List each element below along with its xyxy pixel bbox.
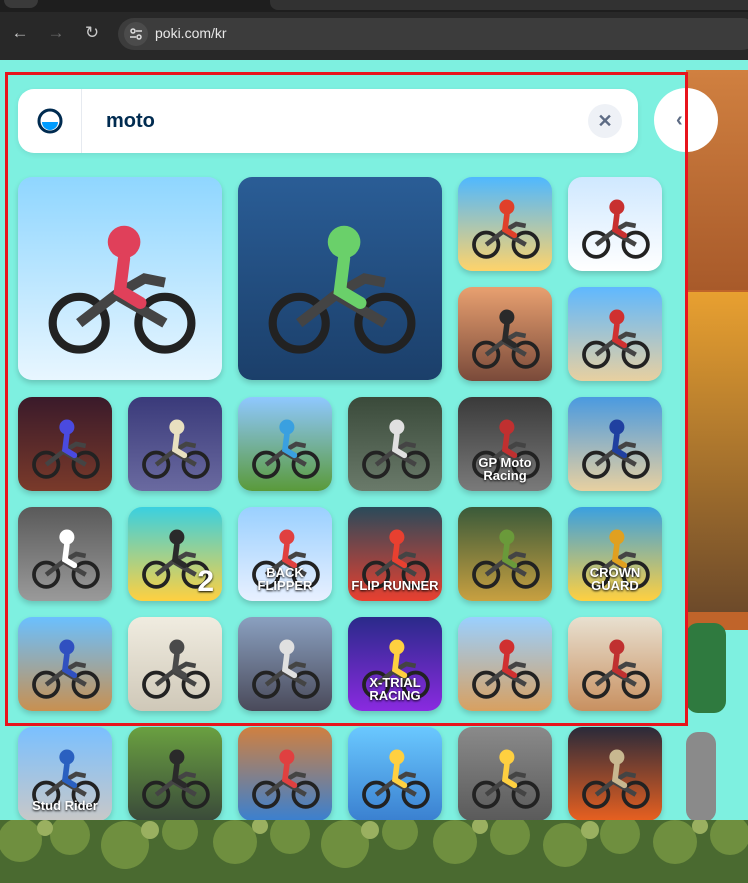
game-tile-moto-x3m-pool[interactable] (18, 177, 222, 380)
url-text[interactable]: poki.com/kr (155, 25, 227, 41)
background-game-thumb[interactable] (686, 623, 726, 713)
game-tile-moto-halloween[interactable] (128, 397, 222, 491)
game-tile-motocross-race[interactable] (568, 617, 662, 711)
game-tile-night-bike[interactable] (18, 397, 112, 491)
game-thumbnail-art (238, 397, 332, 491)
game-tile-crown-guard[interactable]: CROWN GUARD (568, 507, 662, 601)
game-thumbnail-art (458, 287, 552, 381)
game-thumbnail-art (348, 397, 442, 491)
game-thumbnail-art (348, 727, 442, 821)
game-tile-twoplayer-moto[interactable] (348, 397, 442, 491)
chevron-left-icon[interactable]: ‹ (654, 88, 718, 152)
game-tile-city-moto[interactable] (18, 507, 112, 601)
search-input[interactable] (106, 106, 566, 136)
tune-icon[interactable] (124, 22, 148, 46)
game-thumbnail-art (238, 177, 442, 380)
game-thumbnail-art (458, 727, 552, 821)
game-thumbnail-art (18, 507, 112, 601)
game-tile-sky-moto[interactable] (348, 727, 442, 821)
game-title-label: BACK FLIPPER (257, 564, 313, 594)
game-tile-army-moto[interactable] (128, 727, 222, 821)
game-thumbnail-art (128, 397, 222, 491)
game-thumbnail-art (18, 177, 222, 380)
game-thumbnail-art (18, 617, 112, 711)
game-thumbnail-art (128, 727, 222, 821)
game-tile-moto-x3m-winter[interactable] (568, 177, 662, 271)
tab-strip-area (270, 0, 748, 10)
game-thumbnail-art (238, 617, 332, 711)
game-tile-desert-moto[interactable] (458, 617, 552, 711)
game-tile-stunt-moto[interactable] (568, 397, 662, 491)
back-arrow-icon[interactable]: ← (9, 22, 31, 44)
game-thumbnail-art (568, 617, 662, 711)
game-title-label: GP Moto Racing (478, 454, 532, 484)
game-tile-moto-x3m[interactable] (238, 177, 442, 380)
game-tile-moto-jump[interactable] (18, 617, 112, 711)
browser-toolbar: ← → ↻ poki.com/kr (0, 0, 748, 60)
game-tile-gp-moto-racing[interactable]: GP Moto Racing (458, 397, 552, 491)
game-tile-zombie-moto[interactable] (458, 507, 552, 601)
game-tile-moto-x3m-classic[interactable] (458, 177, 552, 271)
game-tile-truck-stunt[interactable] (568, 727, 662, 821)
game-title-label: 2 (197, 564, 214, 598)
forward-arrow-icon[interactable]: → (45, 22, 67, 44)
reload-icon[interactable]: ↻ (81, 22, 103, 44)
game-tile-x-trial-racing[interactable]: X-TRIAL RACING (348, 617, 442, 711)
game-thumbnail-art (458, 507, 552, 601)
background-foliage (0, 820, 748, 883)
game-title-label: X-TRIAL RACING (369, 674, 421, 704)
game-thumbnail-art (458, 177, 552, 271)
game-tile-highway-moto[interactable] (458, 727, 552, 821)
address-bar[interactable]: poki.com/kr (118, 18, 748, 50)
game-thumbnail-art (568, 727, 662, 821)
game-tile-moto-race[interactable] (458, 287, 552, 381)
search-bar: ✕ (18, 89, 638, 153)
game-tile-blocky-moto[interactable] (238, 727, 332, 821)
game-tile-moto-x3m-pool-party[interactable] (568, 287, 662, 381)
game-tile-moto-x3m-2[interactable]: 2 (128, 507, 222, 601)
game-thumbnail-art (568, 287, 662, 381)
game-thumbnail-art (568, 397, 662, 491)
background-game-art (686, 70, 748, 630)
game-tile-flip-runner[interactable]: FLIP RUNNER (348, 507, 442, 601)
game-thumbnail-art (238, 727, 332, 821)
tab-strip (0, 0, 748, 12)
game-tile-backflipper[interactable]: BACK FLIPPER (238, 507, 332, 601)
game-tile-superbike-racing[interactable] (238, 617, 332, 711)
game-tile-happy-wheels[interactable] (128, 617, 222, 711)
game-thumbnail-art (128, 617, 222, 711)
game-title-label: Stud Rider (32, 798, 98, 814)
game-title-label: CROWN GUARD (589, 564, 641, 594)
poki-page: ✕ ‹ GP Moto Racing 2 BACK FLIPPER FLIP RUNN… (0, 60, 748, 883)
close-icon[interactable]: ✕ (588, 104, 622, 138)
browser-tab[interactable] (4, 0, 38, 8)
game-tile-hill-moto[interactable] (238, 397, 332, 491)
game-thumbnail-art (18, 397, 112, 491)
background-game-thumb[interactable] (686, 732, 716, 822)
game-thumbnail-art (568, 177, 662, 271)
game-title-label: FLIP RUNNER (351, 578, 439, 594)
poki-logo-icon[interactable] (18, 89, 82, 153)
game-tile-stud-rider[interactable]: Stud Rider (18, 727, 112, 821)
game-thumbnail-art (458, 617, 552, 711)
